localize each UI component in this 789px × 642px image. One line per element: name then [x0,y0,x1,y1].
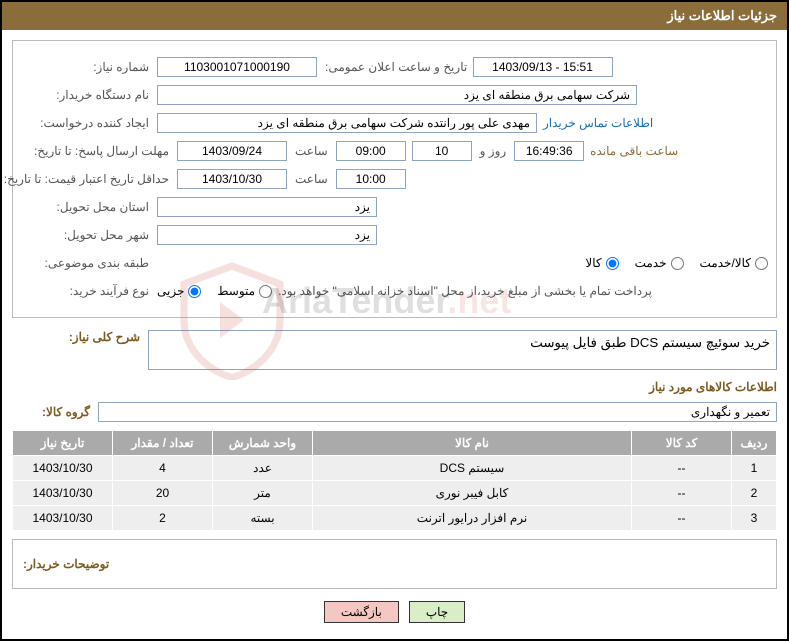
city-input[interactable] [157,225,377,245]
remaining-label: ساعت باقی مانده [590,144,678,158]
table-row: 1--سیستم DCSعدد41403/10/30 [13,456,777,481]
min-validity-label: حداقل تاریخ اعتبار قیمت: تا تاریخ: [21,172,171,186]
cell-qty: 2 [113,506,213,531]
contact-link[interactable]: اطلاعات تماس خریدار [543,116,653,130]
buy-type-radio-group: متوسط جزیی [157,284,272,298]
buy-note: پرداخت تمام یا بخشی از مبلغ خرید،از محل … [278,284,652,298]
cell-row: 3 [732,506,777,531]
province-label: استان محل تحویل: [21,200,151,214]
day-and-label: روز و [478,144,509,158]
th-qty: تعداد / مقدار [113,431,213,456]
need-no-label: شماره نیاز: [21,60,151,74]
buy-type-label: نوع فرآیند خرید: [21,284,151,298]
city-label: شهر محل تحویل: [21,228,151,242]
hour-label-1: ساعت [293,144,330,158]
cell-code: -- [632,456,732,481]
hour-label-2: ساعت [293,172,330,186]
table-row: 3--نرم افزار درایور اترنتبسته21403/10/30 [13,506,777,531]
cat-both-option[interactable]: کالا/خدمت [700,256,768,270]
th-code: کد کالا [632,431,732,456]
buy-partial-option[interactable]: جزیی [157,284,201,298]
th-unit: واحد شمارش [213,431,313,456]
cell-need_date: 1403/10/30 [13,456,113,481]
buyer-org-label: نام دستگاه خریدار: [21,88,151,102]
cell-name: نرم افزار درایور اترنت [313,506,632,531]
back-button[interactable]: بازگشت [324,601,399,623]
buy-medium-option[interactable]: متوسط [217,284,272,298]
valid-hour-input[interactable] [336,169,406,189]
cell-row: 2 [732,481,777,506]
category-radio-group: کالا/خدمت خدمت کالا [585,256,768,270]
requester-input[interactable] [157,113,537,133]
table-row: 2--کابل فیبر نوریمتر201403/10/30 [13,481,777,506]
cell-row: 1 [732,456,777,481]
announce-datetime-input[interactable] [473,57,613,77]
buyer-remarks-box: توضیحات خریدار: [12,539,777,589]
reply-deadline-label: مهلت ارسال پاسخ: تا تاریخ: [21,144,171,158]
need-no-input[interactable] [157,57,317,77]
cell-code: -- [632,506,732,531]
items-info-title: اطلاعات کالاهای مورد نیاز [12,380,777,394]
reply-hour-input[interactable] [336,141,406,161]
cell-name: کابل فیبر نوری [313,481,632,506]
content: AriaTender.net تاریخ و ساعت اعلان عمومی:… [2,30,787,639]
cell-unit: بسته [213,506,313,531]
cell-need_date: 1403/10/30 [13,506,113,531]
goods-group-label: گروه کالا: [12,405,92,419]
valid-date-input[interactable] [177,169,287,189]
announce-label: تاریخ و ساعت اعلان عمومی: [323,60,469,74]
goods-group-input[interactable] [98,402,777,422]
requester-label: ایجاد کننده درخواست: [21,116,151,130]
reply-date-input[interactable] [177,141,287,161]
buyer-remarks-label: توضیحات خریدار: [23,557,109,571]
details-fieldset: تاریخ و ساعت اعلان عمومی: شماره نیاز: نا… [12,40,777,318]
button-row: چاپ بازگشت [12,589,777,629]
overall-desc-input[interactable] [148,330,777,370]
cell-code: -- [632,481,732,506]
cell-unit: عدد [213,456,313,481]
cell-qty: 20 [113,481,213,506]
cell-qty: 4 [113,456,213,481]
remain-time-input [514,141,584,161]
buyer-org-input[interactable] [157,85,637,105]
panel-title: جزئیات اطلاعات نیاز [2,2,787,30]
remain-days-input [412,141,472,161]
cat-goods-option[interactable]: کالا [585,256,618,270]
cat-service-option[interactable]: خدمت [635,256,684,270]
main-panel: جزئیات اطلاعات نیاز AriaTender.net تاریخ… [0,0,789,641]
print-button[interactable]: چاپ [409,601,465,623]
cell-name: سیستم DCS [313,456,632,481]
th-name: نام کالا [313,431,632,456]
items-table: ردیف کد کالا نام کالا واحد شمارش تعداد /… [12,430,777,531]
overall-desc-label: شرح کلی نیاز: [12,330,142,344]
cell-need_date: 1403/10/30 [13,481,113,506]
subject-cat-label: طبقه بندی موضوعی: [21,256,151,270]
th-need-date: تاریخ نیاز [13,431,113,456]
province-input[interactable] [157,197,377,217]
cell-unit: متر [213,481,313,506]
th-row: ردیف [732,431,777,456]
